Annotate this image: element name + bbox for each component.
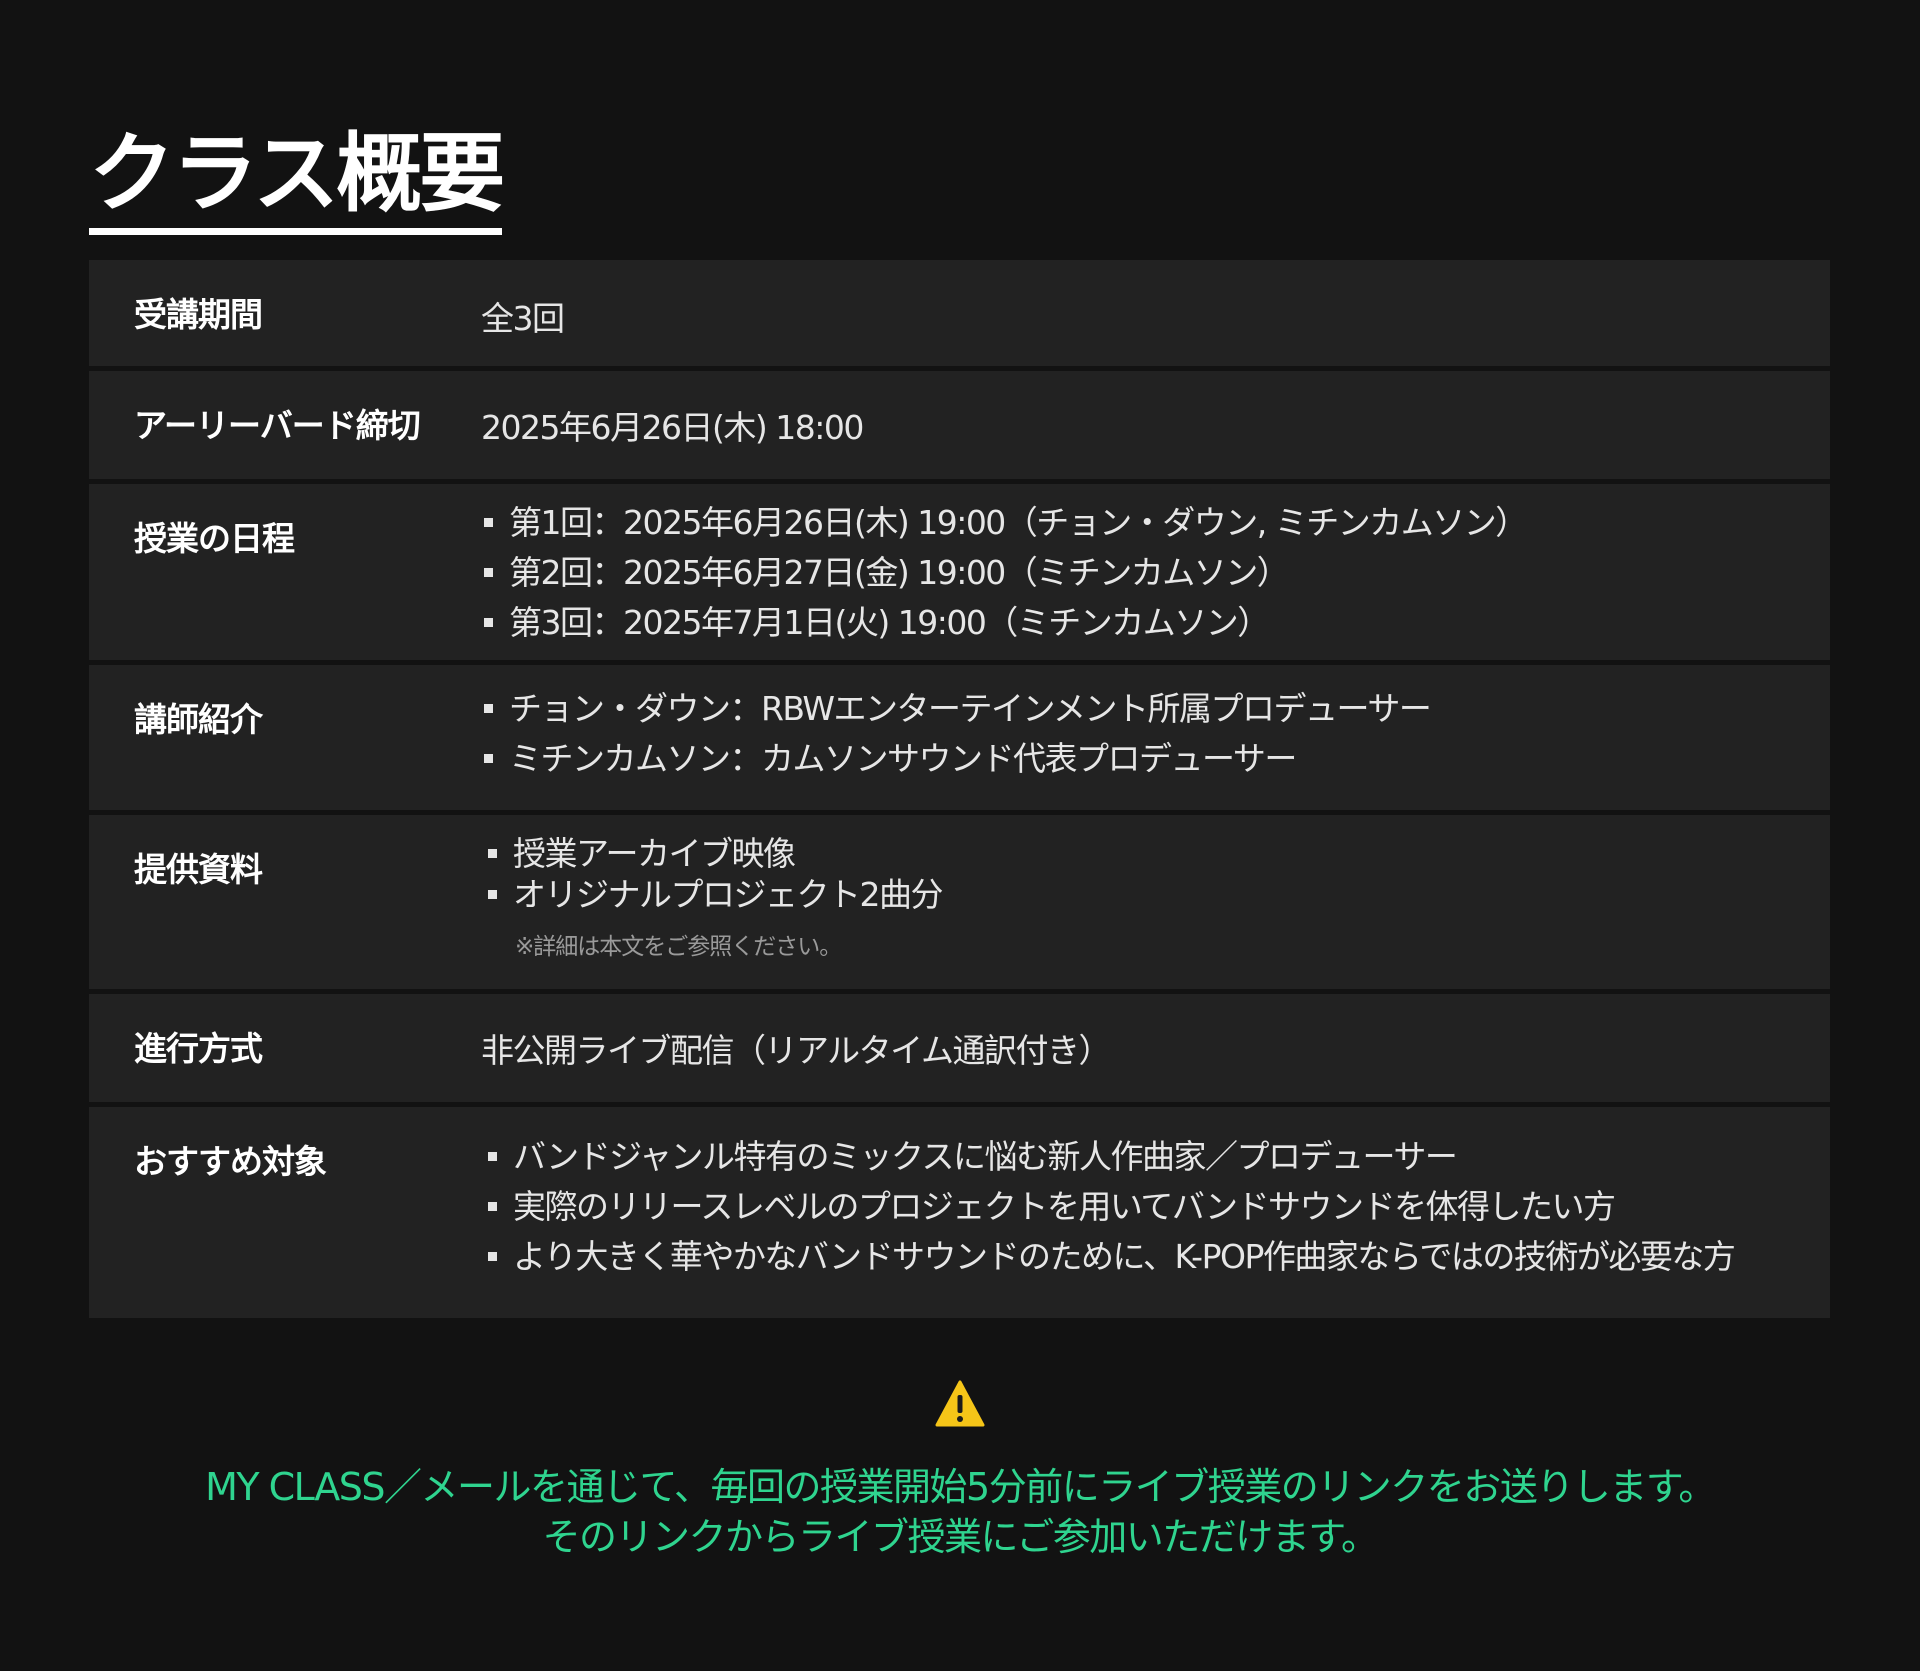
row-label-period: 受講期間: [134, 295, 263, 334]
row-label-early-bird: アーリーバード締切: [134, 406, 421, 445]
bullet-icon: [484, 568, 493, 577]
row-format: 進行方式 非公開ライブ配信（リアルタイム通訳付き）: [89, 994, 1830, 1102]
list-item: 第3回：2025年7月1日(火) 19:00（ミチンカムソン）: [481, 598, 1527, 648]
bullet-icon: [484, 754, 493, 763]
target-list: バンドジャンル特有のミックスに悩む新人作曲家／プロデューサー 実際のリリースレベ…: [485, 1132, 1736, 1282]
notice-section: [0, 1380, 1920, 1432]
list-item: ミチンカムソン：カムソンサウンド代表プロデューサー: [481, 734, 1430, 784]
warning-icon: [935, 1380, 985, 1427]
row-target: おすすめ対象 バンドジャンル特有のミックスに悩む新人作曲家／プロデューサー 実際…: [89, 1107, 1830, 1318]
row-instructors: 講師紹介 チョン・ダウン：RBWエンターテインメント所属プロデューサー ミチンカ…: [89, 665, 1830, 810]
instructors-list: チョン・ダウン：RBWエンターテインメント所属プロデューサー ミチンカムソン：カ…: [481, 684, 1432, 784]
list-item: チョン・ダウン：RBWエンターテインメント所属プロデューサー: [481, 684, 1432, 734]
row-schedule: 授業の日程 第1回：2025年6月26日(木) 19:00（チョン・ダウン, ミ…: [89, 484, 1830, 660]
row-period: 受講期間 全3回: [89, 260, 1830, 366]
row-value-period: 全3回: [481, 299, 565, 338]
row-materials: 提供資料 授業アーカイブ映像 オリジナルプロジェクト2曲分 ※詳細は本文をご参照…: [89, 815, 1830, 989]
materials-note: ※詳細は本文をご参照ください。: [515, 934, 842, 960]
bullet-icon: [488, 1252, 497, 1261]
bullet-icon: [484, 518, 493, 527]
list-item: より大きく華やかなバンドサウンドのために、K-POP作曲家ならではの技術が必要な…: [485, 1232, 1736, 1282]
row-label-materials: 提供資料: [134, 850, 263, 889]
bullet-icon: [488, 848, 497, 858]
row-label-target: おすすめ対象: [134, 1142, 327, 1181]
class-summary-table: 受講期間 全3回 アーリーバード締切 2025年6月26日(木) 18:00 授…: [89, 260, 1830, 1323]
materials-list: 授業アーカイブ映像 オリジナルプロジェクト2曲分: [485, 833, 944, 915]
list-item: オリジナルプロジェクト2曲分: [485, 874, 944, 915]
list-item: 第2回：2025年6月27日(金) 19:00（ミチンカムソン）: [481, 548, 1527, 598]
list-item: 授業アーカイブ映像: [485, 833, 942, 874]
bullet-icon: [488, 889, 497, 899]
list-item: バンドジャンル特有のミックスに悩む新人作曲家／プロデューサー: [485, 1132, 1734, 1182]
row-label-schedule: 授業の日程: [134, 519, 295, 558]
notice-line-1: MY CLASS／メールを通じて、毎回の授業開始5分前にライブ授業のリンクをお送…: [205, 1465, 1716, 1509]
list-item: 実際のリリースレベルのプロジェクトを用いてバンドサウンドを体得したい方: [485, 1182, 1734, 1232]
bullet-icon: [488, 1152, 497, 1161]
bullet-icon: [484, 704, 493, 713]
row-early-bird: アーリーバード締切 2025年6月26日(木) 18:00: [89, 371, 1830, 479]
row-label-format: 進行方式: [134, 1029, 263, 1068]
row-value-early-bird: 2025年6月26日(木) 18:00: [481, 408, 864, 447]
row-label-instructors: 講師紹介: [134, 700, 263, 739]
schedule-list: 第1回：2025年6月26日(木) 19:00（チョン・ダウン, ミチンカムソン…: [481, 498, 1528, 648]
row-value-format: 非公開ライブ配信（リアルタイム通訳付き）: [481, 1031, 1112, 1070]
list-item: 第1回：2025年6月26日(木) 19:00（チョン・ダウン, ミチンカムソン…: [481, 498, 1528, 548]
bullet-icon: [488, 1202, 497, 1211]
bullet-icon: [484, 618, 493, 627]
notice-line-2: そのリンクからライブ授業にご参加いただけます。: [542, 1515, 1379, 1559]
page-title: クラス概要: [89, 128, 505, 235]
